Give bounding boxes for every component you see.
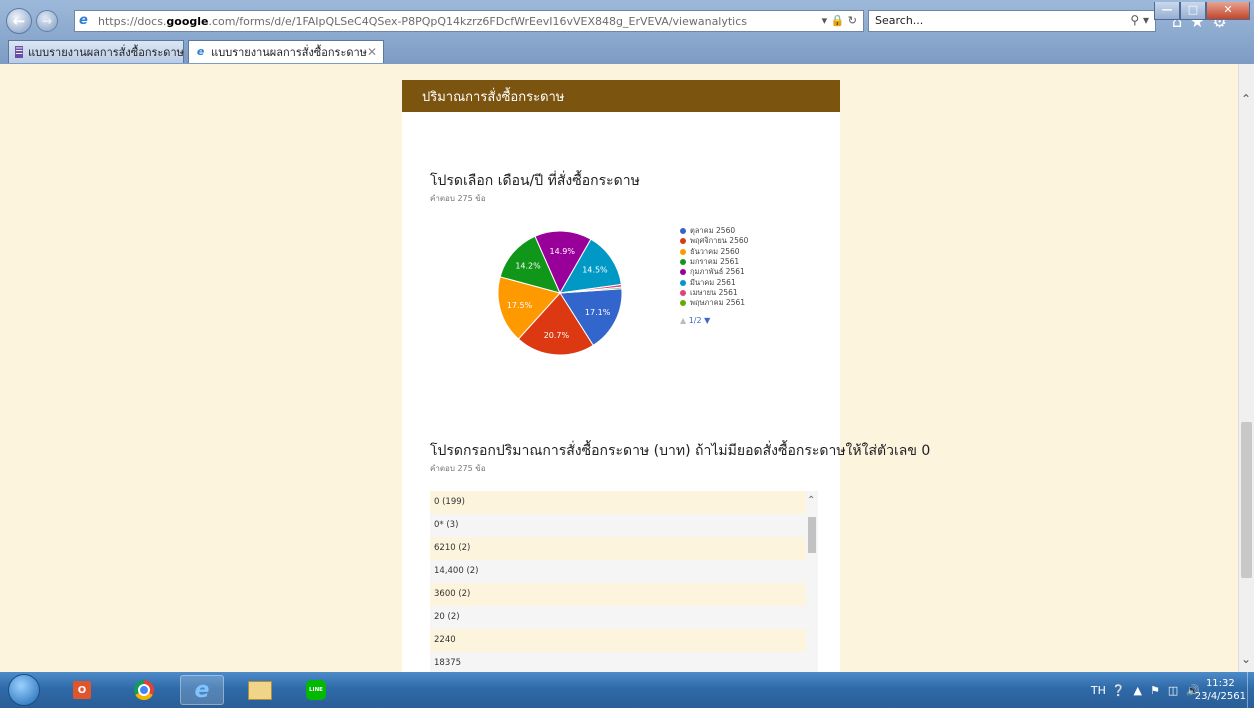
page-viewport: ปริมาณการสั่งซื้อกระดาษ โปรดเลือก เดือน/… [0,64,1238,672]
question-title: โปรดเลือก เดือน/ปี ที่สั่งซื้อกระดาษ [430,173,640,189]
network-icon[interactable]: ◫ [1168,684,1178,697]
start-button[interactable] [8,674,40,706]
legend-swatch [680,248,686,255]
window-controls: — □ ✕ [1154,2,1250,20]
close-window-button[interactable]: ✕ [1206,2,1250,20]
maximize-button[interactable]: □ [1180,2,1206,20]
pie-slice-label: 17.1% [585,308,611,317]
response-row: 6210 (2) [430,537,818,560]
response-row: 2240 [430,629,818,652]
legend-swatch [680,259,686,266]
ie-tab-icon: e [196,45,205,58]
taskbar-ie-app[interactable]: e [180,675,224,705]
help-icon[interactable]: ❔ [1112,684,1126,697]
pie-slice-label: 14.5% [582,265,608,274]
taskbar-office-app[interactable]: O [60,675,104,705]
taskbar-chrome-app[interactable] [122,675,166,705]
response-row: 14,400 (2) [430,560,818,583]
url-text: https://docs.google.com/forms/d/e/1FAIpQ… [98,14,748,28]
minimize-button[interactable]: — [1154,2,1180,20]
address-bar[interactable]: e https://docs.google.com/forms/d/e/1FAI… [74,10,864,32]
forward-button[interactable]: → [36,10,58,32]
summary-card: โปรดเลือก เดือน/ปี ที่สั่งซื้อกระดาษ คำต… [402,112,930,672]
list-scroll-thumb[interactable] [808,517,816,553]
search-icon[interactable]: ⚲ ▾ [1130,13,1149,27]
legend-swatch [680,279,686,286]
legend-swatch [680,269,686,276]
response-row: 20 (2) [430,606,818,629]
section-header: ปริมาณการสั่งซื้อกระดาษ [402,80,840,112]
legend-label: พฤษภาคม 2561 [690,298,746,308]
ie-page-icon: e [79,13,88,28]
page-scrollbar[interactable]: ⌃ ⌄ [1238,64,1254,672]
tab-strip: ☰ แบบรายงานผลการสั่งซื้อกระดาษ e แบบรายง… [0,38,1254,64]
taskbar-line-app[interactable]: LINE [294,675,338,705]
legend-swatch [680,228,686,235]
pie-slice-label: 20.7% [544,331,570,340]
clock[interactable]: 11:32 23/4/2561 [1195,677,1246,703]
pie-chart: 17.1% 20.7% 17.5% 14.2% 14.9% 14.5% [497,230,623,356]
question-title: โปรดกรอกปริมาณการสั่งซื้อกระดาษ (บาท) ถ้… [430,443,931,459]
browser-chrome: ← → e https://docs.google.com/forms/d/e/… [0,0,1254,64]
chart-legend: ตุลาคม 2560 พฤศจิกายน 2560 ธันวาคม 2560 มกร… [680,226,748,325]
chrome-icon [134,680,154,700]
response-row: 0* (3) [430,514,818,537]
page-scroll-thumb[interactable] [1241,422,1252,578]
legend-pager[interactable]: ▲ 1/2 ▼ [680,316,748,325]
tab-forms-inactive[interactable]: ☰ แบบรายงานผลการสั่งซื้อกระดาษ [8,40,184,63]
pie-slice-label: 14.2% [515,262,541,271]
scroll-down-icon[interactable]: ⌄ [1241,652,1251,666]
show-desktop-button[interactable] [1247,672,1254,708]
legend-next-icon[interactable]: ▼ [704,316,710,325]
response-row: 0 (199) [430,491,818,514]
legend-prev-icon[interactable]: ▲ [680,316,686,325]
forms-icon: ☰ [15,46,24,58]
tab-forms-active[interactable]: e แบบรายงานผลการสั่งซื้อกระดาษ ✕ [188,40,384,63]
response-row: 18375 [430,652,818,672]
pie-slice-label: 14.9% [550,247,576,256]
legend-item[interactable]: พฤษภาคม 2561 [680,298,748,308]
scroll-up-icon[interactable]: ⌃ [807,495,815,506]
back-button[interactable]: ← [6,8,32,34]
legend-swatch [680,300,686,307]
response-row: 3600 (2) [430,583,818,606]
scroll-up-icon[interactable]: ⌃ [1241,92,1251,106]
tray-expand-icon[interactable]: ▲ [1134,684,1142,697]
response-count: คำตอบ 275 ข้อ [430,464,486,473]
legend-swatch [680,238,686,245]
taskbar-explorer-app[interactable] [238,675,282,705]
tab-close-icon[interactable]: ✕ [367,45,377,59]
system-tray: TH ❔ ▲ ⚑ ◫ 🔊 [1091,672,1208,708]
line-icon: LINE [306,680,326,700]
folder-icon [248,680,272,700]
response-count: คำตอบ 275 ข้อ [430,194,486,203]
list-scrollbar[interactable]: ⌃ [806,491,818,672]
address-row: ← → e https://docs.google.com/forms/d/e/… [0,2,1254,38]
office-icon: O [73,681,91,699]
flag-icon[interactable]: ⚑ [1150,684,1160,697]
search-input[interactable]: Search... ⚲ ▾ [868,10,1156,32]
taskbar: O e LINE TH ❔ ▲ ⚑ ◫ 🔊 11:32 23/4/2561 [0,672,1254,708]
legend-swatch [680,289,686,296]
language-indicator[interactable]: TH [1091,684,1106,697]
pie-slice-label: 17.5% [507,301,533,310]
ie-icon: e [194,677,210,703]
lock-refresh-icons[interactable]: ▾ 🔒 ↻ [822,14,857,27]
response-list: 0 (199) 0* (3) 6210 (2) 14,400 (2) 3600 (2) 2… [430,491,818,672]
